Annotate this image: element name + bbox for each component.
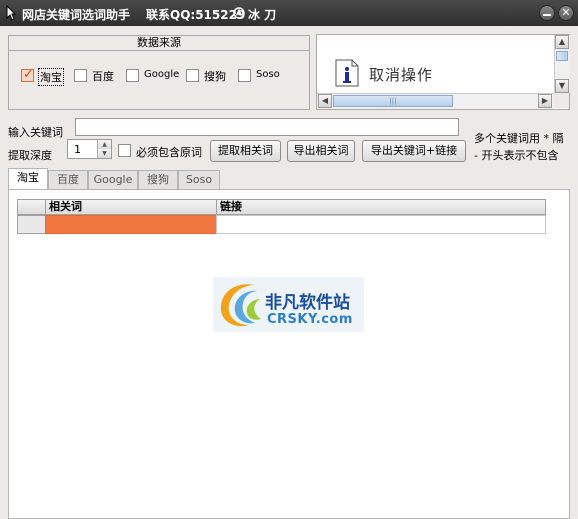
scroll-right-button[interactable]: ▶ — [538, 94, 552, 108]
scroll-down-button[interactable]: ▼ — [555, 79, 569, 93]
grid-corner-header — [17, 199, 46, 215]
tab-sogou[interactable]: 搜狗 — [138, 170, 178, 189]
tab-soso[interactable]: Soso — [178, 170, 220, 189]
link-cell[interactable] — [216, 215, 546, 234]
author-name: 冰 刀 — [248, 8, 277, 22]
data-source-group: 数据来源 ✓ 淘宝 百度 Google 搜狗 Soso — [8, 35, 310, 110]
scroll-corner — [554, 93, 569, 108]
title-bar[interactable]: 网店关键词选词助手 联系QQ:515229 冰 刀 ✕ — [0, 0, 578, 26]
keyword-label: 输入关键词 — [8, 126, 63, 139]
export-keyword-links-button[interactable]: 导出关键词+链接 — [362, 140, 466, 162]
message-panel: 取消操作 ▲ ▼ ◀ ||| ▶ — [316, 34, 570, 110]
column-header-link[interactable]: 链接 — [216, 199, 546, 215]
depth-stepper[interactable]: 1 ▲ ▼ — [67, 139, 112, 159]
close-button[interactable]: ✕ — [558, 5, 574, 21]
message-text: 取消操作 — [369, 66, 434, 84]
hint-line2: - 开头表示不包含 — [474, 149, 559, 162]
contact-text: 联系QQ:515229 — [146, 8, 246, 22]
fetch-related-button[interactable]: 提取相关词 — [210, 140, 281, 162]
must-contain-checkbox[interactable] — [118, 144, 131, 157]
close-icon: ✕ — [561, 6, 571, 19]
hint-line1: 多个关键词用 * 隔 — [474, 132, 564, 145]
watermark-logo: 非凡软件站 CRSKY.com — [213, 277, 364, 332]
author-logo-icon — [233, 7, 245, 19]
baidu-label: 百度 — [92, 70, 114, 83]
taobao-checkbox[interactable]: ✓ — [21, 67, 34, 82]
minimize-button[interactable] — [539, 5, 555, 21]
soso-label: Soso — [256, 69, 280, 80]
column-header-related-word[interactable]: 相关词 — [45, 199, 217, 215]
soso-checkbox[interactable] — [238, 69, 251, 82]
app-cursor-icon — [6, 5, 16, 21]
google-label: Google — [144, 69, 180, 80]
tab-panel — [8, 189, 570, 519]
scroll-left-button[interactable]: ◀ — [318, 94, 332, 108]
related-word-cell[interactable] — [45, 215, 217, 234]
vscroll-thumb[interactable] — [556, 51, 568, 61]
watermark-line1: 非凡软件站 — [265, 293, 350, 313]
row-header[interactable] — [17, 215, 46, 234]
google-checkbox[interactable] — [126, 69, 139, 82]
minimize-icon — [543, 14, 551, 16]
baidu-checkbox[interactable] — [74, 69, 87, 82]
depth-value: 1 — [74, 143, 81, 156]
must-contain-label: 必须包含原词 — [136, 146, 202, 159]
main-window: 网店关键词选词助手 联系QQ:515229 冰 刀 ✕ 数据来源 ✓ 淘宝 百度… — [0, 0, 578, 519]
tab-taobao[interactable]: 淘宝 — [8, 168, 48, 190]
crsky-swirl-icon — [220, 284, 261, 327]
depth-down-button[interactable]: ▼ — [97, 149, 111, 158]
tab-google[interactable]: Google — [88, 170, 138, 189]
message-hscrollbar[interactable]: ◀ ||| ▶ — [317, 93, 554, 109]
message-vscrollbar[interactable]: ▲ ▼ — [554, 35, 570, 93]
sogou-label: 搜狗 — [204, 70, 226, 83]
tab-baidu[interactable]: 百度 — [48, 170, 88, 189]
scroll-up-button[interactable]: ▲ — [555, 35, 569, 49]
sogou-checkbox[interactable] — [186, 69, 199, 82]
taobao-label: 淘宝 — [38, 68, 64, 86]
info-icon — [335, 59, 359, 87]
hscroll-thumb[interactable]: ||| — [333, 95, 453, 107]
export-related-button[interactable]: 导出相关词 — [287, 140, 355, 162]
depth-label: 提取深度 — [8, 149, 52, 162]
data-source-title: 数据来源 — [9, 36, 309, 51]
watermark-line2: CRSKY.com — [267, 312, 353, 327]
keyword-input[interactable] — [75, 118, 459, 136]
window-title: 网店关键词选词助手 — [22, 8, 131, 22]
